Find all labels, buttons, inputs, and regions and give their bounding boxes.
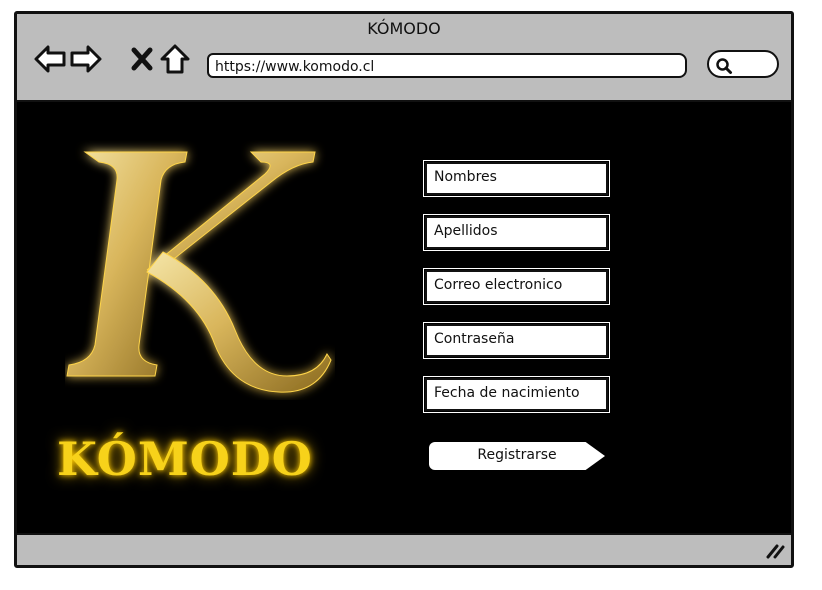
back-button[interactable] xyxy=(33,42,67,76)
arrow-left-icon xyxy=(34,45,66,73)
nombres-field[interactable]: Nombres xyxy=(423,160,610,197)
browser-window: KÓMODO https://www.komodo.cl KÓMODO Nomb… xyxy=(14,11,794,568)
password-field[interactable]: Contraseña xyxy=(423,322,610,359)
page-content: KÓMODO Nombres Apellidos Correo electron… xyxy=(17,102,791,536)
resize-grip-icon[interactable] xyxy=(765,541,785,559)
search-button[interactable] xyxy=(707,50,779,78)
apellidos-field[interactable]: Apellidos xyxy=(423,214,610,251)
stop-button[interactable] xyxy=(125,42,159,76)
status-bar xyxy=(17,533,791,565)
register-button[interactable]: Registrarse xyxy=(429,442,605,470)
search-icon xyxy=(716,58,732,74)
home-icon xyxy=(160,44,190,74)
arrow-right-icon xyxy=(70,45,102,73)
komodo-logo-k xyxy=(66,151,332,393)
forward-button[interactable] xyxy=(69,42,103,76)
brand-name: KÓMODO xyxy=(57,432,313,486)
home-button[interactable] xyxy=(158,42,192,76)
url-input[interactable] xyxy=(207,53,687,78)
email-field[interactable]: Correo electronico xyxy=(423,268,610,305)
browser-toolbar: KÓMODO xyxy=(17,14,791,102)
birthdate-field[interactable]: Fecha de nacimiento xyxy=(423,376,610,413)
window-title: KÓMODO xyxy=(367,19,441,38)
close-x-icon xyxy=(131,47,153,71)
